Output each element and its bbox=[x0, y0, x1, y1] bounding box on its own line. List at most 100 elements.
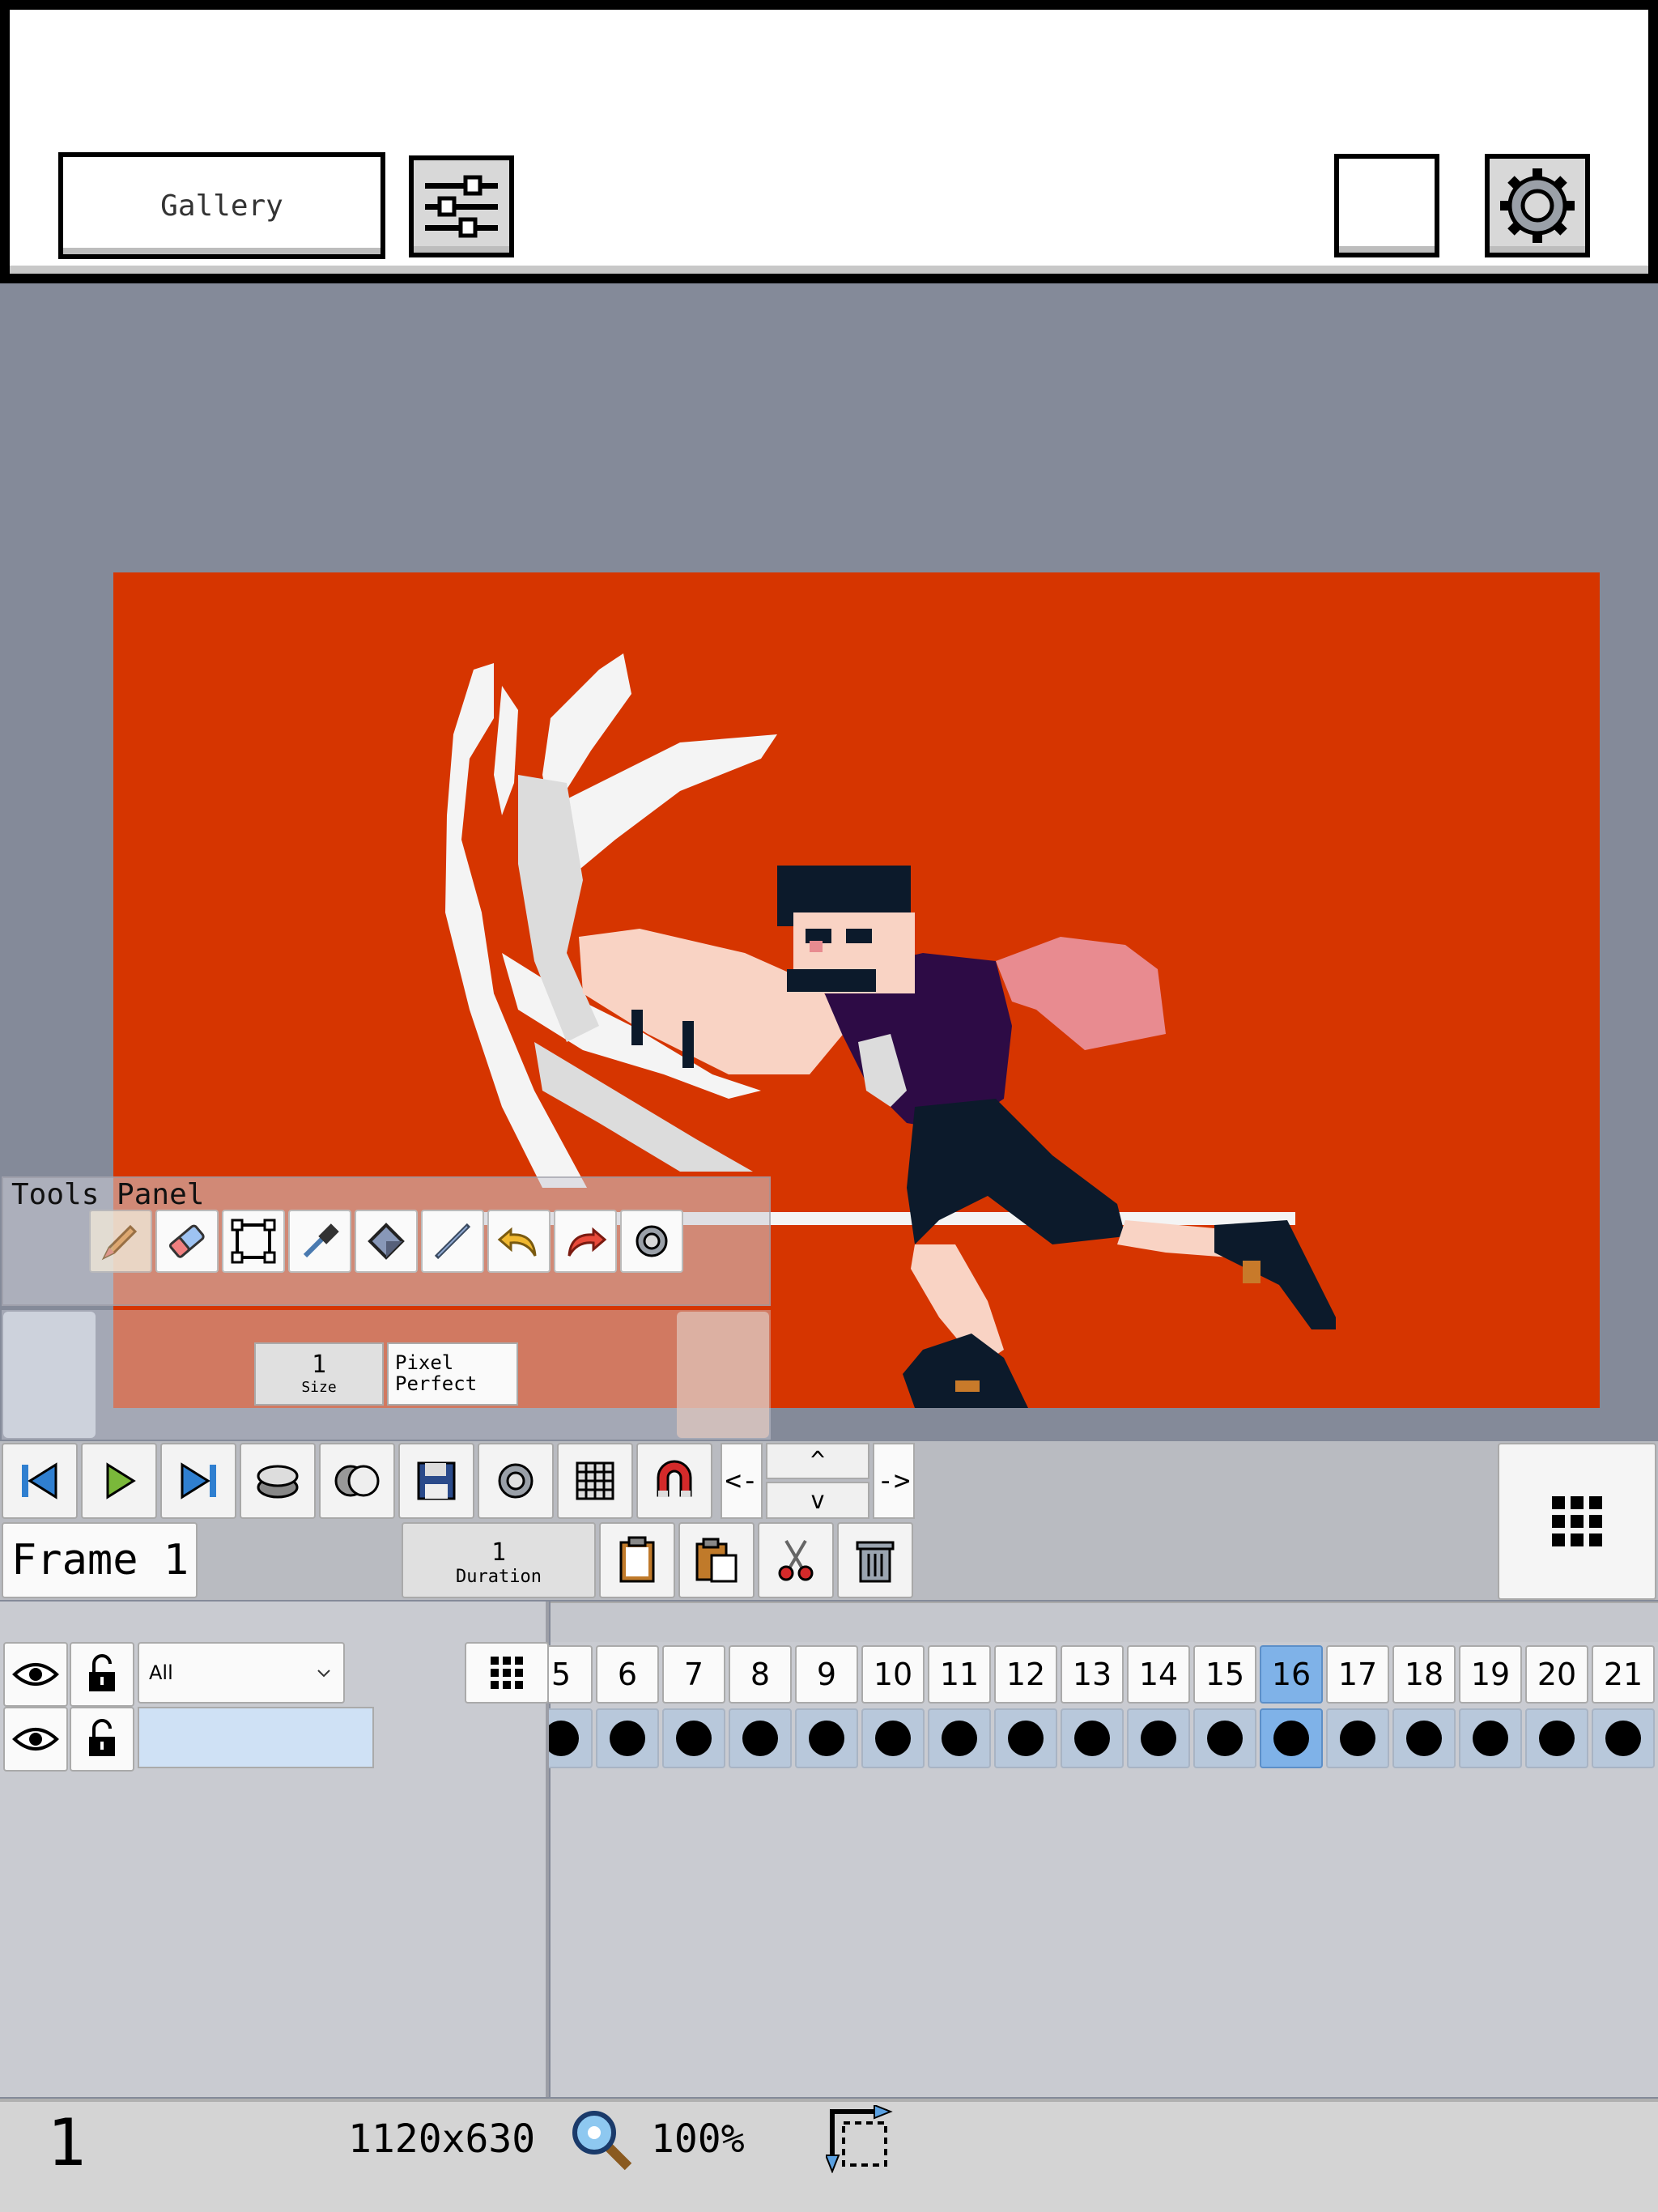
frame-number-10[interactable]: 10 bbox=[861, 1645, 925, 1704]
frame-cell-9[interactable] bbox=[795, 1708, 858, 1768]
frame-number-12[interactable]: 12 bbox=[994, 1645, 1057, 1704]
crop-resize-icon bbox=[824, 2104, 893, 2174]
layer-filter-select[interactable]: All bbox=[138, 1642, 345, 1704]
frame-number-21[interactable]: 21 bbox=[1592, 1645, 1655, 1704]
line-tool-button[interactable] bbox=[421, 1210, 484, 1273]
brush-size-field[interactable]: 1 Size bbox=[254, 1342, 384, 1406]
paste-frame-button[interactable] bbox=[678, 1522, 755, 1598]
zoom-level-label: 100% bbox=[651, 2116, 745, 2162]
eraser-icon bbox=[168, 1224, 205, 1258]
frame-duration-value: 1 bbox=[491, 1538, 507, 1567]
save-button[interactable] bbox=[398, 1443, 474, 1519]
frame-cell-17[interactable] bbox=[1326, 1708, 1389, 1768]
panel-right-handle[interactable] bbox=[677, 1312, 769, 1438]
tool-options-panel bbox=[2, 1310, 771, 1440]
gallery-button[interactable]: Gallery bbox=[58, 152, 385, 259]
grid-dots-icon bbox=[1552, 1496, 1602, 1546]
trash-icon bbox=[856, 1541, 895, 1583]
redo-button[interactable] bbox=[554, 1210, 617, 1273]
timeline-scrollbar[interactable] bbox=[551, 1602, 1658, 1642]
frame-cell-7[interactable] bbox=[662, 1708, 725, 1768]
keyframe-dot-icon bbox=[1074, 1721, 1110, 1756]
frame-cell-21[interactable] bbox=[1592, 1708, 1655, 1768]
selection-tool-button[interactable] bbox=[222, 1210, 285, 1273]
move-up-button[interactable]: ^ bbox=[766, 1443, 869, 1479]
frame-cell-12[interactable] bbox=[994, 1708, 1057, 1768]
clipboard-icon bbox=[619, 1536, 655, 1583]
frame-number-16[interactable]: 16 bbox=[1260, 1645, 1323, 1704]
selection-icon bbox=[231, 1219, 276, 1264]
paint-bucket-icon bbox=[368, 1223, 405, 1260]
pencil-icon bbox=[101, 1224, 138, 1261]
grid-icon bbox=[576, 1461, 614, 1500]
move-right-button[interactable]: -> bbox=[873, 1443, 915, 1519]
settings-button[interactable] bbox=[1485, 154, 1590, 257]
pencil-tool-button[interactable] bbox=[89, 1210, 152, 1273]
keyframe-dot-icon bbox=[1273, 1721, 1309, 1756]
skip-back-icon bbox=[22, 1462, 57, 1499]
frame-number-15[interactable]: 15 bbox=[1193, 1645, 1256, 1704]
tool-settings-button[interactable] bbox=[620, 1210, 683, 1273]
frame-number-13[interactable]: 13 bbox=[1061, 1645, 1124, 1704]
brush-size-value: 1 bbox=[311, 1351, 327, 1379]
frame-cell-18[interactable] bbox=[1392, 1708, 1456, 1768]
onion-skin-button[interactable] bbox=[319, 1443, 395, 1519]
frame-number-18[interactable]: 18 bbox=[1392, 1645, 1456, 1704]
fill-tool-button[interactable] bbox=[355, 1210, 418, 1273]
floppy-disk-icon bbox=[417, 1461, 456, 1500]
pixel-perfect-toggle[interactable]: Pixel Perfect bbox=[387, 1342, 518, 1406]
frame-cell-6[interactable] bbox=[596, 1708, 659, 1768]
snap-button[interactable] bbox=[636, 1443, 712, 1519]
toggle-all-visibility-button[interactable] bbox=[3, 1642, 68, 1707]
toggle-all-lock-button[interactable] bbox=[70, 1642, 134, 1707]
animation-settings-button[interactable] bbox=[478, 1443, 554, 1519]
zoom-button[interactable] bbox=[568, 2107, 636, 2178]
undo-button[interactable] bbox=[487, 1210, 551, 1273]
frame-cell-11[interactable] bbox=[928, 1708, 991, 1768]
frame-cell-10[interactable] bbox=[861, 1708, 925, 1768]
delete-frame-button[interactable] bbox=[837, 1522, 913, 1598]
frame-number-19[interactable]: 19 bbox=[1459, 1645, 1522, 1704]
layer-visibility-button[interactable] bbox=[3, 1707, 68, 1772]
frame-number-14[interactable]: 14 bbox=[1127, 1645, 1190, 1704]
eraser-tool-button[interactable] bbox=[155, 1210, 219, 1273]
frame-number-7[interactable]: 7 bbox=[662, 1645, 725, 1704]
keyframe-dot-icon bbox=[1008, 1721, 1044, 1756]
layer-filter-value: All bbox=[149, 1661, 173, 1684]
layer-row-selected[interactable] bbox=[138, 1707, 374, 1768]
frame-number-20[interactable]: 20 bbox=[1525, 1645, 1588, 1704]
keyframe-dot-icon bbox=[610, 1721, 645, 1756]
frame-cell-14[interactable] bbox=[1127, 1708, 1190, 1768]
copy-frame-button[interactable] bbox=[599, 1522, 675, 1598]
keyframe-dot-icon bbox=[942, 1721, 977, 1756]
color-swatch-button[interactable] bbox=[1334, 154, 1439, 257]
keyframe-dot-icon bbox=[742, 1721, 778, 1756]
previous-frame-button[interactable] bbox=[2, 1443, 78, 1519]
layers-button[interactable] bbox=[240, 1443, 316, 1519]
panel-left-handle[interactable] bbox=[3, 1312, 96, 1438]
resize-canvas-button[interactable] bbox=[824, 2104, 894, 2176]
frame-cell-15[interactable] bbox=[1193, 1708, 1256, 1768]
layer-lock-button[interactable] bbox=[70, 1707, 134, 1772]
frame-number-8[interactable]: 8 bbox=[729, 1645, 792, 1704]
adjustments-button[interactable] bbox=[409, 155, 514, 257]
frame-number-6[interactable]: 6 bbox=[596, 1645, 659, 1704]
move-down-button[interactable]: v bbox=[766, 1482, 869, 1519]
frames-grid-button[interactable] bbox=[1498, 1443, 1656, 1600]
cut-frame-button[interactable] bbox=[758, 1522, 834, 1598]
frame-duration-field[interactable]: 1 Duration bbox=[402, 1522, 596, 1598]
frame-cell-19[interactable] bbox=[1459, 1708, 1522, 1768]
grid-toggle-button[interactable] bbox=[557, 1443, 633, 1519]
layer-options-button[interactable] bbox=[465, 1642, 549, 1704]
frame-cell-13[interactable] bbox=[1061, 1708, 1124, 1768]
frame-cell-8[interactable] bbox=[729, 1708, 792, 1768]
frame-number-17[interactable]: 17 bbox=[1326, 1645, 1389, 1704]
play-button[interactable] bbox=[81, 1443, 157, 1519]
move-left-button[interactable]: <- bbox=[721, 1443, 763, 1519]
frame-number-9[interactable]: 9 bbox=[795, 1645, 858, 1704]
frame-cell-20[interactable] bbox=[1525, 1708, 1588, 1768]
frame-number-11[interactable]: 11 bbox=[928, 1645, 991, 1704]
next-frame-button[interactable] bbox=[160, 1443, 236, 1519]
frame-cell-16[interactable] bbox=[1260, 1708, 1323, 1768]
eyedropper-tool-button[interactable] bbox=[288, 1210, 351, 1273]
